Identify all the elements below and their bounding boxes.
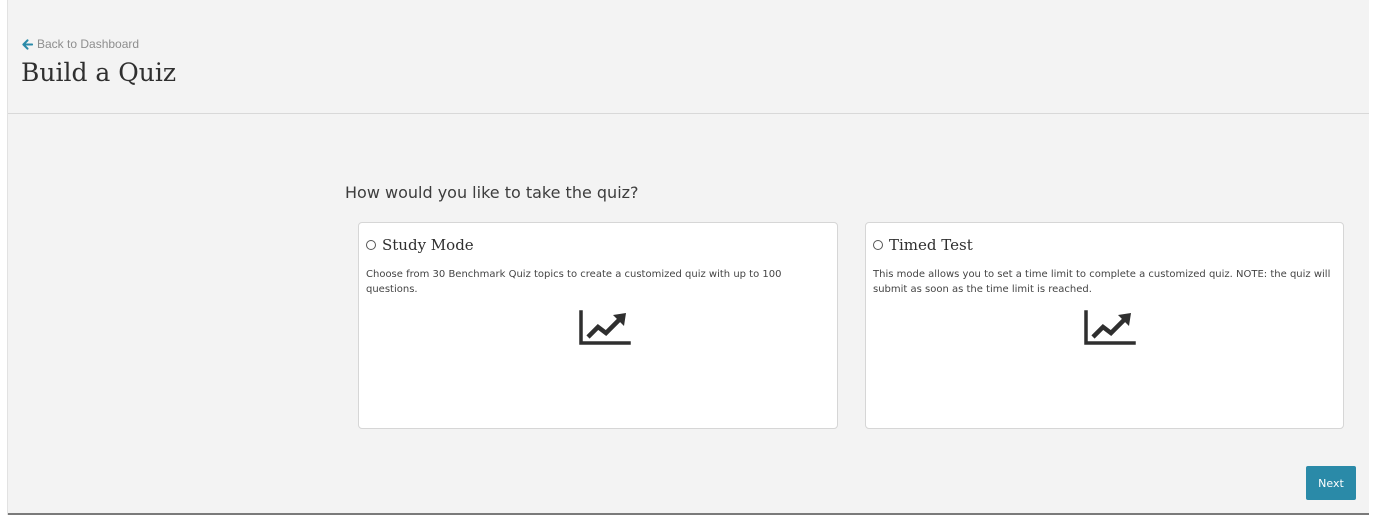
study-mode-header: Study Mode [366,236,474,254]
arrow-left-icon [22,38,34,50]
study-mode-title: Study Mode [382,236,474,254]
study-mode-card[interactable]: Study Mode Choose from 30 Benchmark Quiz… [358,222,838,429]
next-button[interactable]: Next [1306,466,1356,500]
timed-test-card[interactable]: Timed Test This mode allows you to set a… [865,222,1344,429]
study-mode-description: Choose from 30 Benchmark Quiz topics to … [366,269,782,295]
back-link-label: Back to Dashboard [37,37,140,51]
line-chart-icon [1084,310,1136,345]
timed-test-title: Timed Test [889,236,973,254]
study-mode-radio[interactable] [366,240,376,250]
back-to-dashboard-link[interactable]: Back to Dashboard [22,37,139,51]
page-title: Build a Quiz [21,58,177,87]
timed-test-header: Timed Test [873,236,973,254]
line-chart-icon [579,310,631,345]
header-divider [8,113,1369,114]
quiz-mode-question: How would you like to take the quiz? [345,183,639,202]
timed-test-radio[interactable] [873,240,883,250]
timed-test-description: This mode allows you to set a time limit… [873,269,1331,295]
